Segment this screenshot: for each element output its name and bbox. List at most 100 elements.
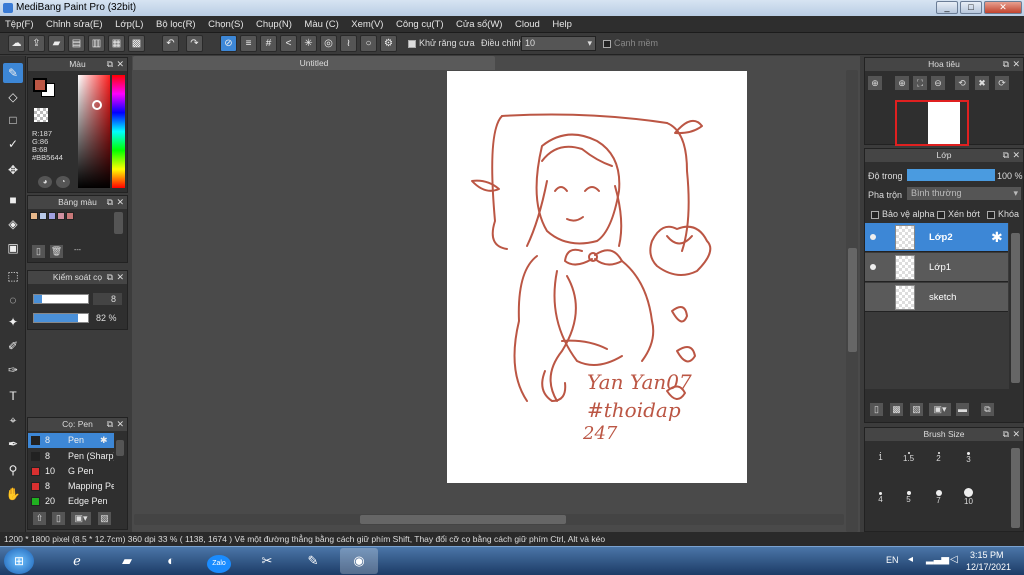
menu-tools[interactable]: Công cụ(T): [391, 16, 449, 33]
close-panel-icon[interactable]: ✕: [1012, 428, 1020, 441]
dot-tool-icon[interactable]: □: [3, 110, 23, 130]
rotate-icon[interactable]: ⟲: [955, 76, 969, 90]
vanishing-snap-icon[interactable]: <: [280, 35, 297, 52]
parallel-snap-icon[interactable]: ≡: [240, 35, 257, 52]
gear-icon[interactable]: ✱: [100, 433, 108, 448]
zoom-out-icon[interactable]: ⊖: [931, 76, 945, 90]
ellipse-snap-icon[interactable]: ○: [360, 35, 377, 52]
hue-slider[interactable]: [112, 75, 125, 188]
maximize-button[interactable]: □: [960, 1, 982, 14]
brush-size-value[interactable]: 8: [93, 293, 122, 305]
detach-icon[interactable]: ⧉: [107, 271, 113, 284]
copy-brush-icon[interactable]: ▯: [52, 512, 65, 525]
hand-tool-icon[interactable]: ✋: [3, 484, 23, 504]
brush-size-cell[interactable]: 3: [955, 444, 982, 468]
close-panel-icon[interactable]: ✕: [1012, 58, 1020, 71]
document-tab[interactable]: Untitled: [133, 56, 495, 70]
coccoc-browser-icon[interactable]: ◐: [152, 548, 190, 574]
menu-file[interactable]: Tệp(F): [0, 16, 39, 33]
color-wheel-icon[interactable]: ◔: [56, 176, 70, 188]
file-explorer-icon[interactable]: ▰: [108, 548, 146, 574]
radial-snap-icon[interactable]: ✳: [300, 35, 317, 52]
detach-icon[interactable]: ⧉: [107, 418, 113, 431]
eyedropper-tool-icon[interactable]: ⚲: [3, 460, 23, 480]
navigator-viewport[interactable]: [895, 100, 969, 146]
minimize-button[interactable]: _: [936, 1, 958, 14]
blend-mode-select[interactable]: Bình thường ▾: [907, 187, 1021, 200]
brush-size-cell[interactable]: 1: [867, 444, 894, 468]
menu-color[interactable]: Màu (C): [299, 16, 343, 33]
snap-settings-icon[interactable]: ⚙: [380, 35, 397, 52]
fit-icon[interactable]: ⛶: [913, 76, 927, 90]
text-tool-icon[interactable]: T: [3, 386, 23, 406]
zoom-in-icon[interactable]: ⊕: [868, 76, 882, 90]
protect-alpha-toggle[interactable]: Bảo vệ alpha: [871, 209, 935, 219]
delete-palette-icon[interactable]: 🗑: [50, 245, 63, 258]
select-eraser-icon[interactable]: ✑: [3, 360, 23, 380]
eraser-tool-icon[interactable]: ◇: [3, 87, 23, 107]
undo-icon[interactable]: ↶: [162, 35, 179, 52]
language-indicator[interactable]: EN: [886, 555, 899, 565]
saturation-value-picker[interactable]: [78, 75, 110, 188]
close-panel-icon[interactable]: ✕: [116, 418, 124, 431]
canvas-horizontal-scrollbar[interactable]: [360, 515, 566, 524]
close-panel-icon[interactable]: ✕: [116, 271, 124, 284]
lasso-tool-icon[interactable]: ◌: [3, 290, 23, 310]
lock-toggle[interactable]: Khóa: [987, 209, 1019, 219]
clock-date[interactable]: 12/17/2021: [966, 562, 1011, 572]
brush-list-scrollbar[interactable]: [116, 440, 124, 456]
grid-icon[interactable]: ▦: [108, 35, 125, 52]
foreground-color-swatch[interactable]: [33, 78, 47, 92]
menu-edit[interactable]: Chỉnh sửa(E): [41, 16, 108, 33]
menu-select[interactable]: Chọn(S): [203, 16, 248, 33]
palette-swatch[interactable]: [57, 212, 65, 220]
brush-item-g-pen[interactable]: 10 G Pen: [28, 464, 114, 479]
layer-row-sketch[interactable]: sketch: [865, 283, 1008, 312]
tray-arrow-icon[interactable]: ◂: [908, 554, 913, 565]
close-panel-icon[interactable]: ✕: [116, 58, 124, 71]
eye-icon[interactable]: [870, 264, 876, 270]
menu-snap[interactable]: Chụp(N): [251, 16, 297, 33]
cloud-icon[interactable]: ☁: [8, 35, 25, 52]
antialias-checkbox[interactable]: [408, 39, 416, 48]
brush-size-slider[interactable]: [33, 294, 89, 304]
cross-snap-icon[interactable]: #: [260, 35, 277, 52]
close-panel-icon[interactable]: ✕: [1012, 149, 1020, 162]
detach-icon[interactable]: ⧉: [1003, 149, 1009, 162]
network-icon[interactable]: ▂▃▅: [926, 554, 949, 565]
menu-view[interactable]: Xem(V): [346, 16, 388, 33]
protect-alpha-checkbox[interactable]: [871, 210, 879, 219]
menu-layer[interactable]: Lớp(L): [110, 16, 148, 33]
canvas-vertical-scrollbar[interactable]: [848, 248, 857, 352]
palette-scrollbar[interactable]: [114, 212, 123, 234]
brush-item-mapping-pen[interactable]: 8Mapping Pen: [28, 479, 114, 494]
add-brush-icon[interactable]: ⇧: [33, 512, 46, 525]
folder-icon[interactable]: ▬: [956, 403, 969, 416]
chat-icon[interactable]: ▰: [48, 35, 65, 52]
rect-fill-icon[interactable]: ■: [3, 190, 23, 210]
brush-menu-icon[interactable]: ▣▾: [71, 512, 91, 525]
detach-icon[interactable]: ⧉: [107, 58, 113, 71]
layer-row-lop1[interactable]: Lớp1: [865, 253, 1008, 282]
detach-icon[interactable]: ⧉: [1003, 58, 1009, 71]
detach-icon[interactable]: ⧉: [107, 196, 113, 209]
brush-size-cell[interactable]: 5: [895, 486, 922, 510]
move-tool-icon[interactable]: ✥: [3, 160, 23, 180]
detach-icon[interactable]: ⧉: [1003, 428, 1009, 441]
new-layer-icon[interactable]: ▯: [870, 403, 883, 416]
clipping-toggle[interactable]: Xén bớt: [937, 209, 980, 219]
chrome-icon[interactable]: ◉: [340, 548, 378, 574]
brush-item-pen[interactable]: 8 Pen ✱: [28, 433, 114, 448]
drawing-canvas[interactable]: Yan Yan07 #thoidap 247: [447, 71, 747, 483]
zoom-in-alt-icon[interactable]: ⊕: [895, 76, 909, 90]
layer-opacity-slider[interactable]: [907, 169, 995, 181]
soft-edge-toggle[interactable]: Cạnh mềm: [603, 38, 658, 48]
brush-item-edge-pen[interactable]: 20 Edge Pen: [28, 494, 114, 509]
brush-size-cell[interactable]: 10: [955, 486, 982, 510]
select-pen-tool-icon[interactable]: ✐: [3, 336, 23, 356]
medibang-paint-icon[interactable]: ✎: [294, 548, 332, 574]
operation-tool-icon[interactable]: ⌖: [3, 410, 23, 430]
palette-swatch[interactable]: [66, 212, 74, 220]
rotate-right-icon[interactable]: ⟳: [995, 76, 1009, 90]
transparent-swatch[interactable]: [34, 108, 48, 122]
